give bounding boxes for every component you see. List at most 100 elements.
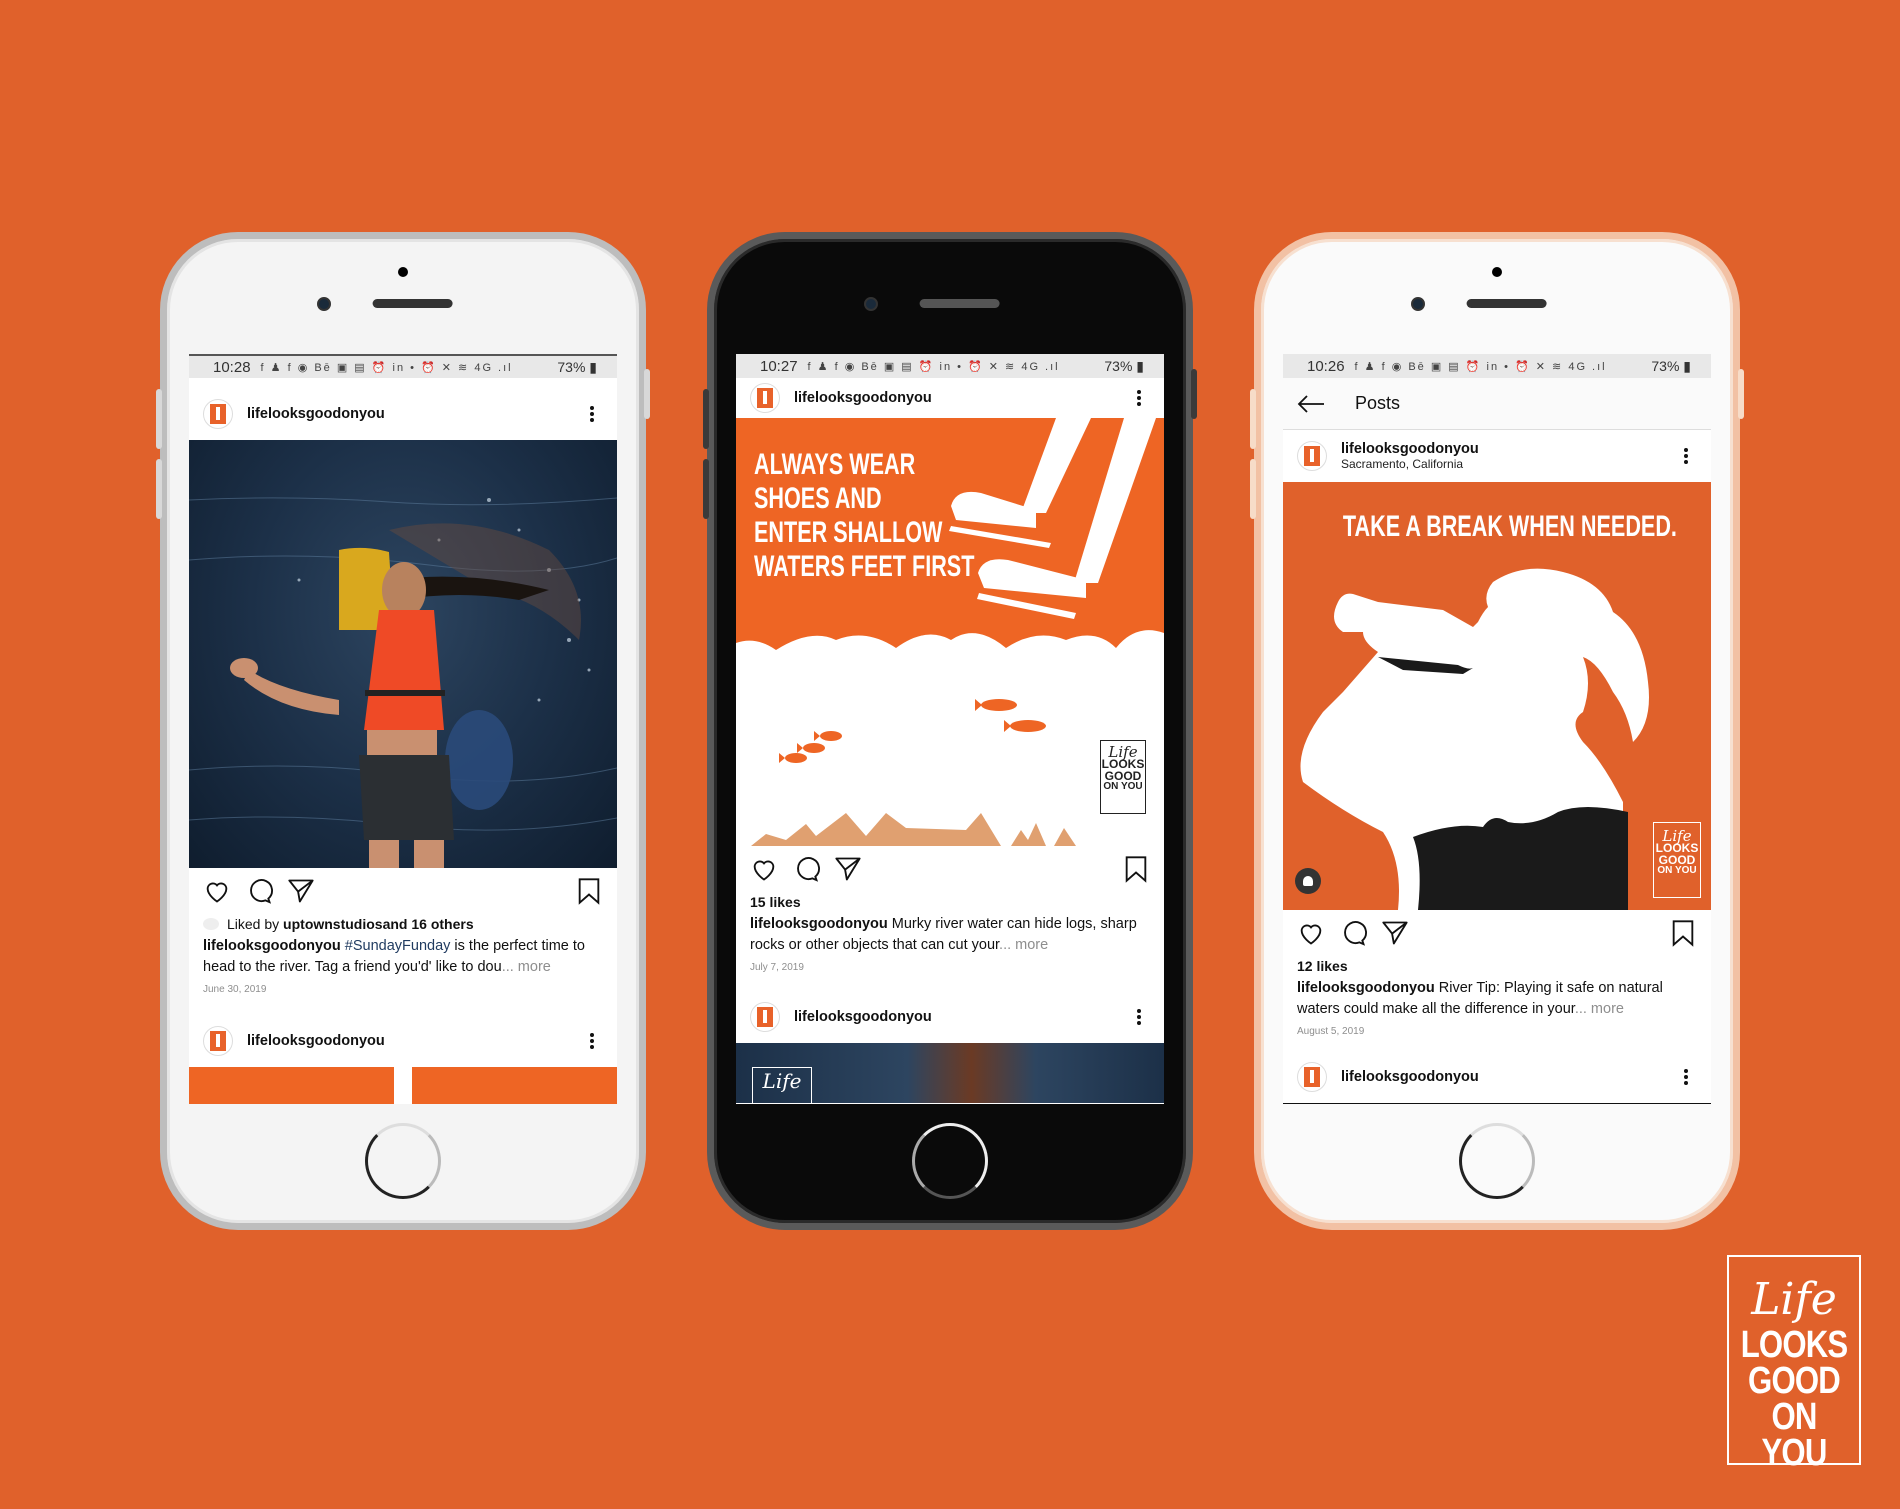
profile-avatar[interactable] [750, 1002, 780, 1032]
volume-down-button [1250, 459, 1256, 519]
post-header: lifelooksgoodonyou [189, 388, 617, 440]
share-send-icon[interactable] [287, 877, 315, 905]
power-button [1191, 369, 1197, 419]
caption-username[interactable]: lifelooksgoodonyou [750, 916, 888, 932]
volume-up-button [1250, 389, 1256, 449]
post-actions [189, 868, 617, 914]
nav-title: Posts [1355, 393, 1401, 413]
like-count[interactable]: 15 likes [736, 892, 1164, 912]
share-send-icon[interactable] [1381, 919, 1409, 947]
post-header-next: lifelooksgoodonyou [1283, 1051, 1711, 1103]
phone-mockup-white: 10:28 f ♟ f ◉ Bē ▣ ▤ ⏰ in • ⏰ ✕ ≋ 4G .ıl… [156, 232, 650, 1230]
post-date: July 7, 2019 [750, 962, 804, 973]
home-button[interactable] [1459, 1123, 1535, 1199]
like-heart-icon[interactable] [1297, 919, 1325, 947]
liked-by-line[interactable]: Liked by uptownstudios and 16 others [189, 914, 617, 934]
more-options-icon[interactable] [1132, 387, 1146, 409]
earpiece-speaker [919, 299, 1000, 308]
status-time: 10:28 [213, 358, 251, 376]
phone-mockup-black: 10:27 f ♟ f ◉ Bē ▣ ▤ ⏰ in • ⏰ ✕ ≋ 4G .ıl… [703, 232, 1197, 1230]
post-username[interactable]: lifelooksgoodonyou [794, 1009, 1132, 1025]
post-actions [1283, 910, 1711, 956]
comment-icon[interactable] [245, 877, 273, 905]
caption-hashtag[interactable]: #SundayFunday [345, 938, 451, 954]
poster-brand-logo: Life LOOKS GOOD ON YOU [1100, 740, 1146, 814]
post-poster-shoes[interactable]: ALWAYS WEAR SHOES AND ENTER SHALLOW WATE… [736, 418, 1164, 846]
caption-more-link[interactable]: ... more [999, 937, 1048, 953]
post-caption: lifelooksgoodonyou River Tip: Playing it… [1283, 976, 1711, 1020]
notification-icons: f ♟ f ◉ Bē ▣ ▤ ⏰ in • ⏰ ✕ ≋ 4G .ıl [1354, 360, 1607, 373]
next-post-image-preview[interactable] [189, 1067, 617, 1104]
phone-screen: 10:26 f ♟ f ◉ Bē ▣ ▤ ⏰ in • ⏰ ✕ ≋ 4G .ıl… [1283, 354, 1711, 1104]
post-actions [736, 846, 1164, 892]
post-poster-break[interactable]: TAKE A BREAK WHEN NEEDED. Life LOOKS GOO… [1283, 482, 1711, 910]
more-options-icon[interactable] [585, 403, 599, 425]
caption-username[interactable]: lifelooksgoodonyou [1297, 980, 1435, 996]
volume-up-button [156, 389, 162, 449]
phone-mockup-rose-gold: 10:26 f ♟ f ◉ Bē ▣ ▤ ⏰ in • ⏰ ✕ ≋ 4G .ıl… [1250, 232, 1744, 1230]
post-location[interactable]: Sacramento, California [1341, 457, 1679, 471]
caption-more-link[interactable]: ... more [1575, 1001, 1624, 1017]
profile-avatar[interactable] [203, 1026, 233, 1056]
profile-avatar[interactable] [1297, 1062, 1327, 1092]
post-header-next: lifelooksgoodonyou [736, 991, 1164, 1043]
like-count[interactable]: 12 likes [1283, 956, 1711, 976]
battery-level: 73% ▮ [1651, 357, 1691, 374]
phone-screen: 10:27 f ♟ f ◉ Bē ▣ ▤ ⏰ in • ⏰ ✕ ≋ 4G .ıl… [736, 354, 1164, 1104]
post-caption: lifelooksgoodonyou #SundayFunday is the … [189, 934, 617, 978]
next-post-logo: Life [752, 1067, 812, 1104]
more-options-icon[interactable] [1679, 1066, 1693, 1088]
notification-icons: f ♟ f ◉ Bē ▣ ▤ ⏰ in • ⏰ ✕ ≋ 4G .ıl [260, 361, 513, 374]
caption-more-link[interactable]: ... more [502, 959, 551, 975]
power-button [1738, 369, 1744, 419]
home-button[interactable] [365, 1123, 441, 1199]
bookmark-icon[interactable] [1669, 919, 1697, 947]
poster-headline: ALWAYS WEAR SHOES AND ENTER SHALLOW WATE… [754, 448, 975, 583]
status-bar: 10:26 f ♟ f ◉ Bē ▣ ▤ ⏰ in • ⏰ ✕ ≋ 4G .ıl… [1283, 354, 1711, 378]
tagged-people-icon[interactable] [1295, 868, 1321, 894]
post-header-next: lifelooksgoodonyou [189, 1015, 617, 1067]
post-header: lifelooksgoodonyou [736, 378, 1164, 418]
power-button [644, 369, 650, 419]
profile-avatar[interactable] [203, 399, 233, 429]
comment-icon[interactable] [1339, 919, 1367, 947]
more-options-icon[interactable] [585, 1030, 599, 1052]
battery-level: 73% ▮ [1104, 357, 1144, 374]
post-date: June 30, 2019 [203, 984, 267, 995]
post-username[interactable]: lifelooksgoodonyou [794, 390, 1132, 406]
comment-icon[interactable] [792, 855, 820, 883]
post-caption: lifelooksgoodonyou Murky river water can… [736, 912, 1164, 956]
more-options-icon[interactable] [1132, 1006, 1146, 1028]
status-time: 10:27 [760, 357, 798, 375]
status-bar: 10:28 f ♟ f ◉ Bē ▣ ▤ ⏰ in • ⏰ ✕ ≋ 4G .ıl… [189, 354, 617, 378]
phone-screen: 10:28 f ♟ f ◉ Bē ▣ ▤ ⏰ in • ⏰ ✕ ≋ 4G .ıl… [189, 354, 617, 1104]
bookmark-icon[interactable] [575, 877, 603, 905]
splash-photo-illustration [189, 497, 617, 868]
bookmark-icon[interactable] [1122, 855, 1150, 883]
post-username[interactable]: lifelooksgoodonyou [247, 1033, 585, 1049]
post-header: lifelooksgoodonyou Sacramento, Californi… [1283, 430, 1711, 482]
proximity-sensor [398, 267, 408, 277]
post-username[interactable]: lifelooksgoodonyou [247, 406, 585, 422]
back-arrow-icon[interactable] [1297, 394, 1325, 414]
next-post-image-preview[interactable] [1283, 1103, 1711, 1104]
front-camera [1411, 297, 1425, 311]
like-heart-icon[interactable] [203, 877, 231, 905]
like-heart-icon[interactable] [750, 855, 778, 883]
home-button[interactable] [912, 1123, 988, 1199]
brand-logo-life-looks-good-on-you: Life LOOKS GOOD ON YOU [1727, 1255, 1861, 1472]
proximity-sensor [1492, 267, 1502, 277]
caption-username[interactable]: lifelooksgoodonyou [203, 938, 341, 954]
poster-brand-logo: Life LOOKS GOOD ON YOU [1653, 822, 1701, 898]
next-post-image-preview[interactable]: Life [736, 1043, 1164, 1104]
share-send-icon[interactable] [834, 855, 862, 883]
post-username[interactable]: lifelooksgoodonyou [1341, 1069, 1679, 1085]
profile-avatar[interactable] [1297, 441, 1327, 471]
volume-up-button [703, 389, 709, 449]
post-username[interactable]: lifelooksgoodonyou [1341, 441, 1679, 457]
more-options-icon[interactable] [1679, 445, 1693, 467]
volume-down-button [703, 459, 709, 519]
profile-avatar[interactable] [750, 383, 780, 413]
status-bar: 10:27 f ♟ f ◉ Bē ▣ ▤ ⏰ in • ⏰ ✕ ≋ 4G .ıl… [736, 354, 1164, 378]
post-photo[interactable] [189, 440, 617, 868]
